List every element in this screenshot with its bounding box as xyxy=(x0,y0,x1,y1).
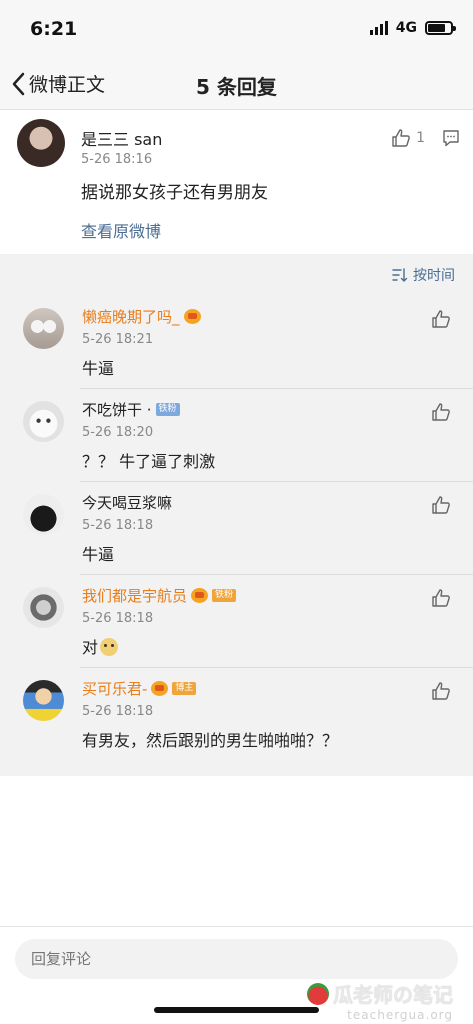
reply-like-button[interactable] xyxy=(431,495,451,519)
reply-text: 有男友，然后跟别的男生啪啪啪？？ xyxy=(82,731,339,750)
reply-text-row: 对 xyxy=(82,634,119,658)
thumbs-up-icon xyxy=(432,403,450,421)
sort-label: 按时间 xyxy=(413,268,455,284)
comment-time: 5-26 18:16 xyxy=(81,152,153,167)
status-time: 6:21 xyxy=(30,18,78,40)
divider xyxy=(80,574,473,575)
avatar[interactable] xyxy=(23,680,64,721)
reply-comment-input[interactable] xyxy=(15,939,458,979)
bottom-bar: 瓜老师の笔记 teachergua.org xyxy=(0,926,473,1024)
reply-author[interactable]: 不吃饼干 · xyxy=(82,399,152,420)
battery-icon xyxy=(425,21,456,35)
reply-like-button[interactable] xyxy=(431,681,451,705)
reply-item: 懒癌晚期了吗_ 5-26 18:21 牛逼 xyxy=(0,295,473,388)
reply-text: 牛逼 xyxy=(82,359,115,378)
reply-time: 5-26 18:21 xyxy=(82,332,154,347)
reply-item: 不吃饼干 · 铁粉 5-26 18:20 ？？ 牛了逼了刺激 xyxy=(0,388,473,481)
root-comment: 是三三 san 5-26 18:16 据说那女孩子还有男朋友 查看原微博 1 xyxy=(0,110,473,254)
reply-time: 5-26 18:18 xyxy=(82,611,154,626)
nav-bar: 5 条回复 微博正文 xyxy=(0,58,473,110)
comment-text: 据说那女孩子还有男朋友 xyxy=(81,183,268,203)
thumbs-up-icon xyxy=(432,589,450,607)
watermark-subtitle: teachergua.org xyxy=(347,1008,453,1022)
reply-author[interactable]: 懒癌晚期了吗_ xyxy=(82,306,180,327)
reply-time: 5-26 18:18 xyxy=(82,704,154,719)
thumbs-up-icon xyxy=(432,310,450,328)
vip-icon xyxy=(151,681,169,696)
reply-author-row: 买可乐君- 博主 xyxy=(82,678,197,699)
reply-like-button[interactable] xyxy=(431,402,451,426)
reply-item: 今天喝豆浆嘛 5-26 18:18 牛逼 xyxy=(0,481,473,574)
sort-by-time-button[interactable]: 按时间 xyxy=(392,265,455,285)
avatar[interactable] xyxy=(23,587,64,628)
reply-author[interactable]: 今天喝豆浆嘛 xyxy=(82,492,172,513)
back-button-label: 微博正文 xyxy=(29,74,106,96)
thumbs-up-icon xyxy=(432,682,450,700)
sort-icon xyxy=(392,268,408,282)
divider xyxy=(80,481,473,482)
reply-author-row: 今天喝豆浆嘛 xyxy=(82,492,172,513)
reply-text: 对 xyxy=(82,638,99,657)
chevron-left-icon xyxy=(12,72,25,95)
reply-author[interactable]: 我们都是宇航员 xyxy=(82,585,187,606)
avatar[interactable] xyxy=(17,119,65,167)
home-indicator[interactable] xyxy=(154,1007,319,1013)
vip-icon xyxy=(183,309,201,324)
replies-section: 按时间 懒癌晚期了吗_ 5-26 18:21 牛逼 不吃饼干 · 铁粉 5-26… xyxy=(0,254,473,776)
signal-icon xyxy=(369,21,388,35)
reply-like-button[interactable] xyxy=(431,309,451,333)
like-count: 1 xyxy=(416,130,425,146)
vip-icon xyxy=(191,588,209,603)
sort-row: 按时间 xyxy=(0,254,473,294)
reply-time: 5-26 18:20 xyxy=(82,425,154,440)
reply-author-row: 不吃饼干 · 铁粉 xyxy=(82,399,180,420)
reply-text: ？？ 牛了逼了刺激 xyxy=(82,452,216,471)
reply-button[interactable] xyxy=(441,128,461,152)
back-button[interactable]: 微博正文 xyxy=(12,70,105,97)
comment-author[interactable]: 是三三 san xyxy=(81,126,162,150)
reply-author-row: 我们都是宇航员 铁粉 xyxy=(82,585,237,606)
status-bar: 6:21 4G xyxy=(0,0,473,58)
comment-icon xyxy=(443,130,459,147)
fan-badge: 铁粉 xyxy=(212,589,237,602)
thumbs-up-icon xyxy=(392,129,410,147)
reply-item: 买可乐君- 博主 5-26 18:18 有男友，然后跟别的男生啪啪啪？？ xyxy=(0,667,473,760)
like-button[interactable]: 1 xyxy=(391,128,425,148)
reply-time: 5-26 18:18 xyxy=(82,518,154,533)
thumbs-up-icon xyxy=(432,496,450,514)
network-type: 4G xyxy=(395,20,417,36)
watermelon-logo-icon xyxy=(307,982,329,1005)
reply-text: 牛逼 xyxy=(82,545,115,564)
reply-author-row: 懒癌晚期了吗_ xyxy=(82,306,201,327)
doge-emoji-icon xyxy=(100,638,119,656)
reply-like-button[interactable] xyxy=(431,588,451,612)
status-indicators: 4G xyxy=(369,20,456,36)
watermark: 瓜老师の笔记 teachergua.org xyxy=(307,979,453,1022)
fan-badge: 铁粉 xyxy=(155,403,180,416)
avatar[interactable] xyxy=(23,308,64,349)
divider xyxy=(80,388,473,389)
watermark-main: 瓜老师の笔记 xyxy=(307,979,453,1008)
reply-item: 我们都是宇航员 铁粉 5-26 18:18 对 xyxy=(0,574,473,667)
host-badge: 博主 xyxy=(172,682,197,695)
avatar[interactable] xyxy=(23,494,64,535)
avatar[interactable] xyxy=(23,401,64,442)
view-original-link[interactable]: 查看原微博 xyxy=(81,218,161,242)
divider xyxy=(80,667,473,668)
watermark-title: 瓜老师の笔记 xyxy=(333,983,453,1007)
reply-author[interactable]: 买可乐君- xyxy=(82,678,147,699)
